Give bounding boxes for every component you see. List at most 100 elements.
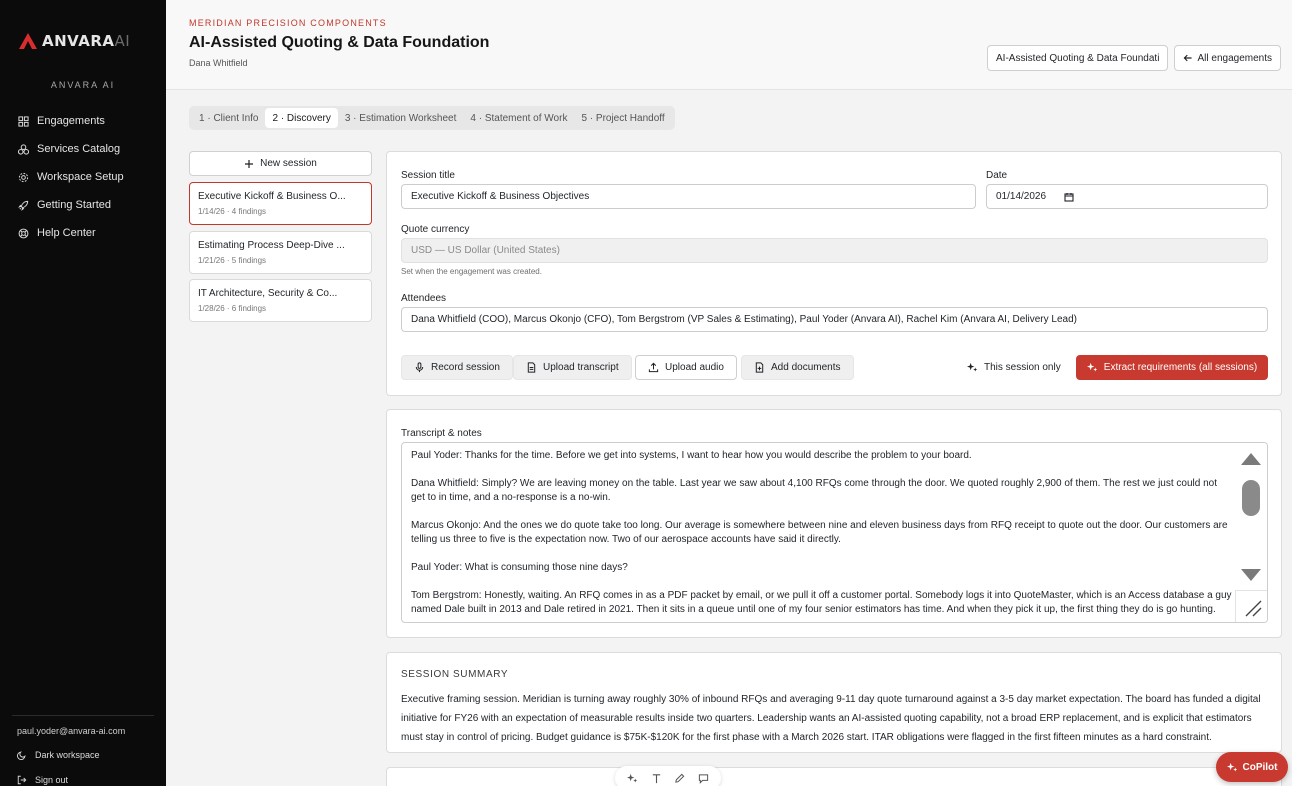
client-name: MERIDIAN PRECISION COMPONENTS	[189, 18, 387, 28]
session-meta: 1/28/26 · 6 findings	[198, 304, 267, 313]
new-session-button[interactable]: New session	[189, 151, 372, 176]
sidebar-item-services-catalog[interactable]: Services Catalog	[10, 138, 156, 160]
arrow-left-icon	[1183, 54, 1192, 62]
scroll-down-arrow-icon[interactable]	[1241, 569, 1261, 581]
session-title-label: Session title	[401, 170, 455, 181]
lifebuoy-icon	[18, 228, 29, 238]
upload-audio-button[interactable]: Upload audio	[635, 355, 737, 380]
transcript-paragraph: Dana Whitfield: Simply? We are leaving m…	[411, 478, 1218, 503]
sidebar-item-getting-started[interactable]: Getting Started	[10, 194, 156, 216]
sidebar-footer: paul.yoder@anvara-ai.com Dark workspace …	[0, 715, 166, 786]
date-label: Date	[986, 170, 1008, 181]
transcript-paragraph: Paul Yoder: What is consuming those nine…	[411, 562, 628, 573]
transcript-panel: Transcript & notes Paul Yoder: Thanks fo…	[386, 409, 1282, 638]
new-session-label: New session	[260, 158, 317, 169]
annotation-toolbar	[615, 766, 721, 786]
sidebar-item-label: Workspace Setup	[37, 171, 124, 183]
session-card-it-architecture[interactable]: IT Architecture, Security & Co... 1/28/2…	[189, 279, 372, 322]
session-title: IT Architecture, Security & Co...	[198, 288, 338, 299]
logo-mark-icon	[19, 33, 37, 49]
sidebar: ANVARAAI ANVARA AI Engagements Services …	[0, 0, 166, 786]
logo-text: ANVARAAI	[42, 32, 131, 50]
document-icon	[527, 362, 536, 373]
record-session-label: Record session	[431, 362, 500, 373]
session-card-estimating[interactable]: Estimating Process Deep-Dive ... 1/21/26…	[189, 231, 372, 274]
calendar-icon[interactable]	[1064, 192, 1074, 202]
sparkles-icon[interactable]	[627, 773, 638, 784]
text-icon[interactable]	[651, 773, 662, 784]
extract-requirements-label: Extract requirements (all sessions)	[1103, 362, 1258, 373]
plus-icon	[245, 159, 254, 168]
transcript-scrollbar[interactable]	[1235, 443, 1267, 591]
page-header: MERIDIAN PRECISION COMPONENTS AI-Assiste…	[166, 0, 1292, 90]
sidebar-item-label: Getting Started	[37, 199, 111, 211]
tab-discovery[interactable]: 2 · Discovery	[265, 108, 338, 128]
attendees-input[interactable]: Dana Whitfield (COO), Marcus Okonjo (CFO…	[401, 307, 1268, 332]
client-contact: Dana Whitfield	[189, 58, 248, 68]
resize-grip-icon	[1245, 600, 1262, 617]
sidebar-item-workspace-setup[interactable]: Workspace Setup	[10, 166, 156, 188]
user-email: paul.yoder@anvara-ai.com	[17, 726, 126, 736]
session-title: Executive Kickoff & Business O...	[198, 191, 346, 202]
moon-icon	[17, 751, 26, 760]
tab-estimation-worksheet[interactable]: 3 · Estimation Worksheet	[338, 108, 464, 128]
engagement-select-button[interactable]: AI-Assisted Quoting & Data Foundati	[987, 45, 1168, 71]
this-session-only-button[interactable]: This session only	[967, 355, 1061, 380]
brand-name: ANVARA AI	[50, 80, 116, 90]
transcript-label: Transcript & notes	[401, 428, 482, 439]
gear-icon	[18, 172, 29, 182]
upload-transcript-button[interactable]: Upload transcript	[513, 355, 632, 380]
rocket-icon	[18, 200, 29, 211]
tab-client-info[interactable]: 1 · Client Info	[192, 108, 265, 128]
sidebar-item-label: Services Catalog	[37, 143, 121, 155]
upload-icon	[648, 362, 659, 373]
sidebar-item-label: Engagements	[37, 115, 105, 127]
dark-workspace-label: Dark workspace	[35, 750, 100, 760]
this-session-only-label: This session only	[984, 362, 1061, 373]
sidebar-item-help-center[interactable]: Help Center	[10, 222, 156, 244]
sparkles-icon	[1226, 762, 1237, 772]
record-session-button[interactable]: Record session	[401, 355, 513, 380]
sparkles-icon	[967, 362, 978, 372]
session-summary-heading: SESSION SUMMARY	[401, 669, 509, 680]
copilot-button[interactable]: CoPilot	[1216, 752, 1288, 782]
anvara-logo[interactable]: ANVARAAI	[18, 30, 146, 52]
cubes-icon	[18, 143, 29, 155]
sign-out-icon	[17, 775, 27, 785]
transcript-paragraph: Paul Yoder: Thanks for the time. Before …	[411, 450, 972, 461]
date-value: 01/14/2026	[996, 191, 1047, 202]
transcript-textarea[interactable]: Paul Yoder: Thanks for the time. Before …	[401, 442, 1268, 623]
add-documents-button[interactable]: Add documents	[741, 355, 854, 380]
resize-handle[interactable]	[1235, 590, 1267, 622]
session-meta: 1/14/26 · 4 findings	[198, 207, 267, 216]
add-documents-label: Add documents	[771, 362, 841, 373]
grid-icon	[18, 115, 29, 127]
file-plus-icon	[755, 362, 764, 373]
transcript-paragraph: Marcus Okonjo: And the ones we do quote …	[411, 520, 1228, 545]
all-engagements-button[interactable]: All engagements	[1174, 45, 1281, 71]
pencil-icon[interactable]	[674, 773, 685, 784]
tab-project-handoff[interactable]: 5 · Project Handoff	[574, 108, 671, 128]
session-summary-text: Executive framing session. Meridian is t…	[401, 694, 1261, 743]
sidebar-item-label: Help Center	[37, 227, 96, 239]
scrollbar-thumb[interactable]	[1242, 480, 1260, 516]
step-tabs: 1 · Client Info 2 · Discovery 3 · Estima…	[189, 106, 675, 130]
comment-icon[interactable]	[698, 773, 709, 784]
session-card-kickoff[interactable]: Executive Kickoff & Business O... 1/14/2…	[189, 182, 372, 225]
session-summary-panel: SESSION SUMMARY Executive framing sessio…	[386, 652, 1282, 753]
upload-audio-label: Upload audio	[665, 362, 724, 373]
sign-out-button[interactable]: Sign out	[0, 769, 166, 786]
session-title-input[interactable]: Executive Kickoff & Business Objectives	[401, 184, 976, 209]
date-input[interactable]: 01/14/2026	[986, 184, 1268, 209]
dark-workspace-toggle[interactable]: Dark workspace	[0, 744, 166, 766]
microphone-icon	[415, 362, 424, 373]
extract-requirements-button[interactable]: Extract requirements (all sessions)	[1076, 355, 1268, 380]
session-meta: 1/21/26 · 5 findings	[198, 256, 267, 265]
sparkles-icon	[1086, 362, 1098, 372]
scroll-up-arrow-icon[interactable]	[1241, 453, 1261, 465]
copilot-label: CoPilot	[1242, 761, 1278, 773]
session-title: Estimating Process Deep-Dive ...	[198, 240, 345, 251]
tab-statement-of-work[interactable]: 4 · Statement of Work	[463, 108, 574, 128]
all-engagements-label: All engagements	[1197, 52, 1273, 64]
sidebar-item-engagements[interactable]: Engagements	[10, 110, 156, 132]
